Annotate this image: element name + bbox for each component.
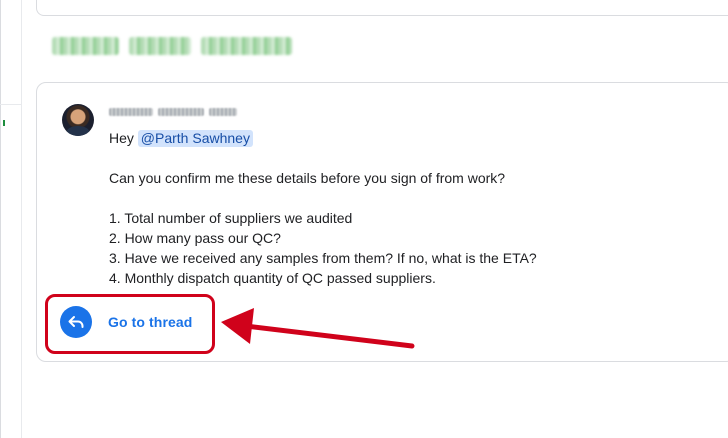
annotation-arrow — [221, 308, 415, 349]
